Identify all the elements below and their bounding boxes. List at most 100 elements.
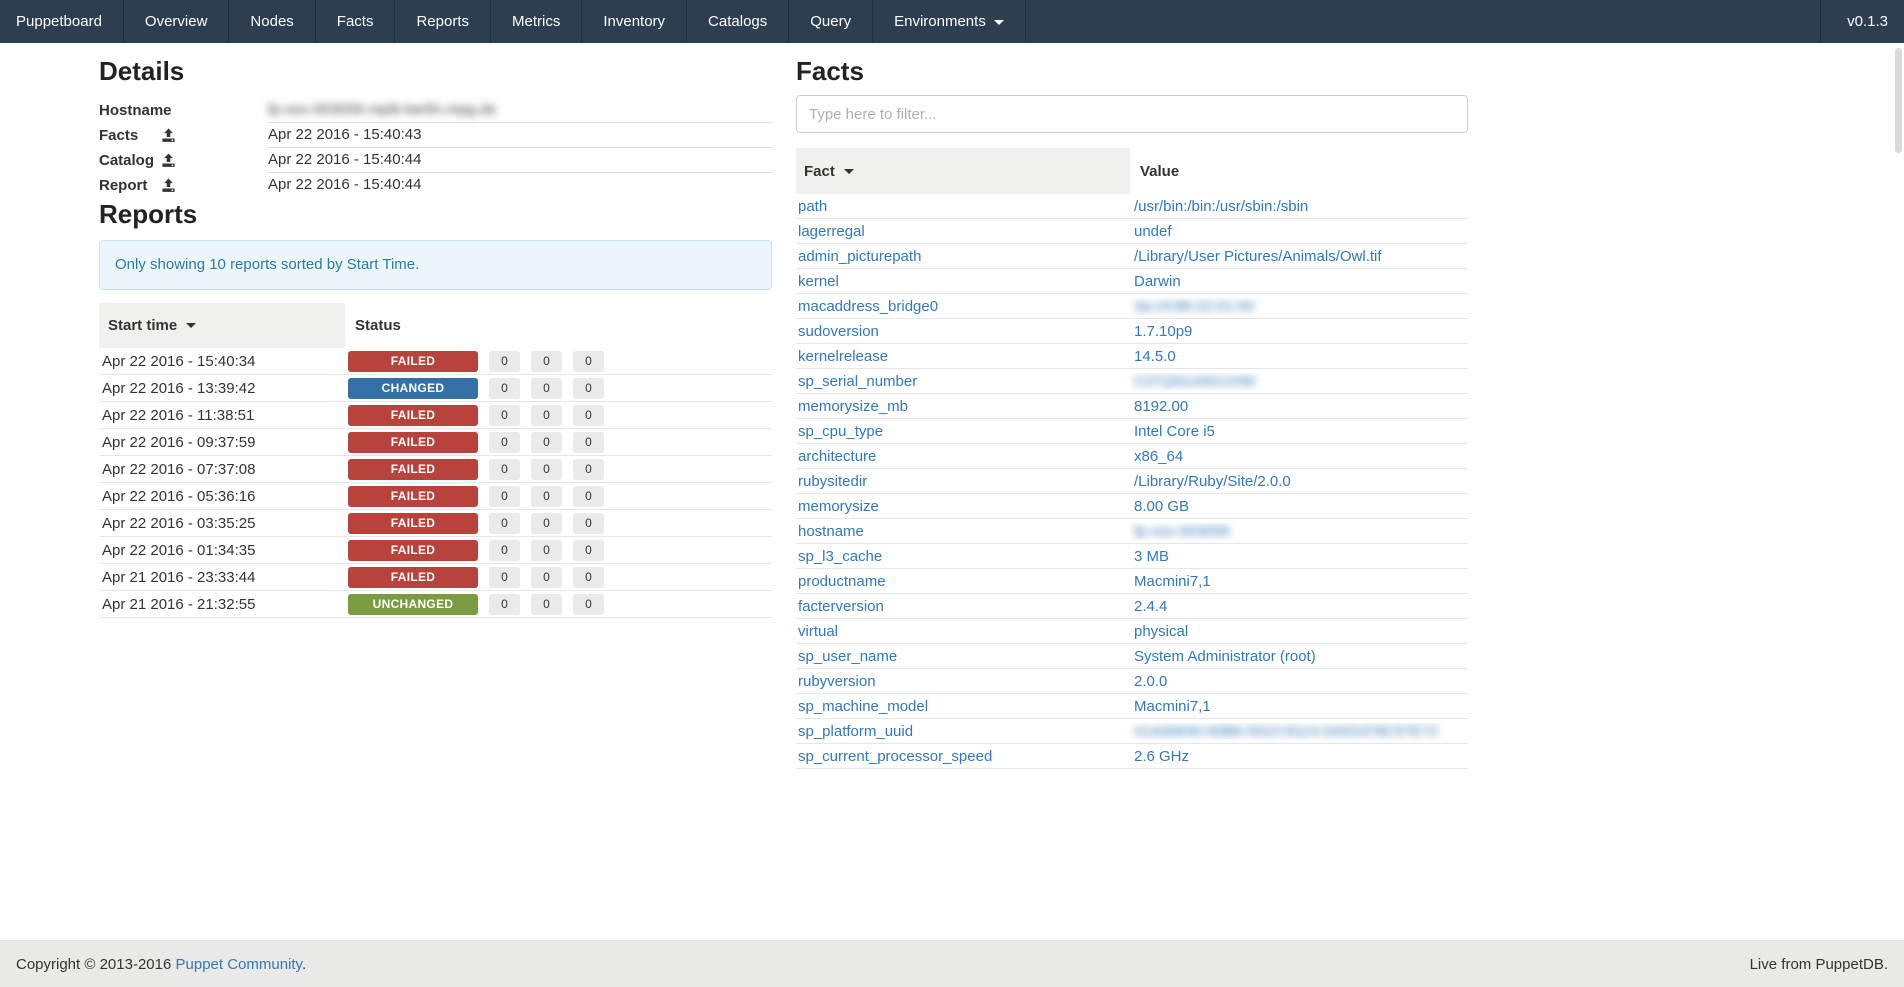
version-label: v0.1.3 <box>1820 0 1904 43</box>
fact-value-link[interactable]: 2.6 GHz <box>1134 748 1189 765</box>
fact-value-link[interactable]: 14.5.0 <box>1134 348 1176 365</box>
report-row[interactable]: Apr 22 2016 - 07:37:08 FAILED 0 0 0 <box>99 456 772 483</box>
nav-item-reports[interactable]: Reports <box>395 0 491 43</box>
upload-icon <box>161 153 176 172</box>
fact-name-link[interactable]: sp_l3_cache <box>798 548 882 565</box>
report-start-time[interactable]: Apr 22 2016 - 15:40:34 <box>99 353 345 370</box>
fact-name-link[interactable]: sp_user_name <box>798 648 897 665</box>
fact-name-link[interactable]: facterversion <box>798 598 884 615</box>
report-row[interactable]: Apr 22 2016 - 11:38:51 FAILED 0 0 0 <box>99 402 772 429</box>
page-footer: Copyright © 2013-2016 Puppet Community. … <box>0 940 1904 987</box>
fact-value-link[interactable]: C07QN1A6G1HW <box>1134 373 1256 390</box>
report-row[interactable]: Apr 22 2016 - 13:39:42 CHANGED 0 0 0 <box>99 375 772 402</box>
report-start-time[interactable]: Apr 22 2016 - 01:34:35 <box>99 542 345 559</box>
report-row[interactable]: Apr 22 2016 - 15:40:34 FAILED 0 0 0 <box>99 348 772 375</box>
fact-name-link[interactable]: hostname <box>798 523 864 540</box>
fact-name-link[interactable]: memorysize <box>798 498 879 515</box>
column-header-status[interactable]: Status <box>345 303 772 348</box>
detail-row-facts: Facts Apr 22 2016 - 15:40:43 <box>99 123 772 148</box>
fact-name-link[interactable]: admin_picturepath <box>798 248 921 265</box>
fact-name-link[interactable]: sp_platform_uuid <box>798 723 913 740</box>
fact-name-link[interactable]: virtual <box>798 623 838 640</box>
navbar-brand[interactable]: Puppetboard <box>0 0 124 43</box>
report-row[interactable]: Apr 21 2016 - 21:32:55 UNCHANGED 0 0 0 <box>99 591 772 618</box>
fact-value-link[interactable]: System Administrator (root) <box>1134 648 1316 665</box>
report-start-time[interactable]: Apr 22 2016 - 03:35:25 <box>99 515 345 532</box>
fact-name-link[interactable]: path <box>798 198 827 215</box>
nav-item-catalogs[interactable]: Catalogs <box>687 0 789 43</box>
report-row[interactable]: Apr 22 2016 - 09:37:59 FAILED 0 0 0 <box>99 429 772 456</box>
report-start-time[interactable]: Apr 21 2016 - 21:32:55 <box>99 596 345 613</box>
value-label: Value <box>1140 163 1179 180</box>
report-row[interactable]: Apr 22 2016 - 01:34:35 FAILED 0 0 0 <box>99 537 772 564</box>
nav-item-metrics[interactable]: Metrics <box>491 0 582 43</box>
fact-name-link[interactable]: sp_current_processor_speed <box>798 748 992 765</box>
fact-name-link[interactable]: rubyversion <box>798 673 876 690</box>
fact-value-link[interactable]: 1.7.10p9 <box>1134 323 1192 340</box>
fact-value-link[interactable]: Macmini7,1 <box>1134 698 1211 715</box>
fact-name-link[interactable]: sp_machine_model <box>798 698 928 715</box>
fact-value-link[interactable]: /Library/Ruby/Site/2.0.0 <box>1134 473 1291 490</box>
fact-name-link[interactable]: macaddress_bridge0 <box>798 298 938 315</box>
fact-value-link[interactable]: Macmini7,1 <box>1134 573 1211 590</box>
report-timestamp: Apr 22 2016 - 15:40:44 <box>268 173 772 198</box>
fact-name-link[interactable]: sp_serial_number <box>798 373 917 390</box>
column-header-fact[interactable]: Fact <box>796 148 1130 194</box>
report-row[interactable]: Apr 21 2016 - 23:33:44 FAILED 0 0 0 <box>99 564 772 591</box>
nav-item-overview[interactable]: Overview <box>124 0 230 43</box>
fact-value-link[interactable]: 2.0.0 <box>1134 673 1167 690</box>
environments-label: Environments <box>894 13 986 30</box>
fact-name-link[interactable]: lagerregal <box>798 223 865 240</box>
fact-name-link[interactable]: kernel <box>798 273 839 290</box>
fact-value-link[interactable]: 8192.00 <box>1134 398 1188 415</box>
reports-info-alert: Only showing 10 reports sorted by Start … <box>99 240 772 290</box>
fact-name-link[interactable]: sudoversion <box>798 323 879 340</box>
puppet-community-link[interactable]: Puppet Community <box>176 956 302 973</box>
fact-value-link[interactable]: 2.4.4 <box>1134 598 1167 615</box>
report-start-time[interactable]: Apr 22 2016 - 09:37:59 <box>99 434 345 451</box>
fact-value-link[interactable]: x86_64 <box>1134 448 1183 465</box>
facts-filter-input[interactable] <box>796 95 1468 133</box>
fact-value-link[interactable]: physical <box>1134 623 1188 640</box>
report-start-time[interactable]: Apr 22 2016 - 05:36:16 <box>99 488 345 505</box>
fact-value-link[interactable]: Intel Core i5 <box>1134 423 1215 440</box>
fact-name-link[interactable]: architecture <box>798 448 876 465</box>
report-start-time[interactable]: Apr 21 2016 - 23:33:44 <box>99 569 345 586</box>
fact-row: kernelrelease 14.5.0 <box>796 344 1468 369</box>
nav-item-query[interactable]: Query <box>789 0 873 43</box>
nav-dropdown-environments[interactable]: Environments <box>873 0 1026 43</box>
fact-value-link[interactable]: fp-osx-003056 <box>1134 523 1230 540</box>
detail-row-hostname: Hostname fp-osx-003056.mpib-berlin.mpg.d… <box>99 98 772 123</box>
column-header-start-time[interactable]: Start time <box>99 303 345 348</box>
fact-name-link[interactable]: sp_cpu_type <box>798 423 883 440</box>
fact-name-link[interactable]: rubysitedir <box>798 473 867 490</box>
nav-item-nodes[interactable]: Nodes <box>229 0 315 43</box>
vertical-scrollbar-thumb[interactable] <box>1895 48 1902 153</box>
fact-name-link[interactable]: memorysize_mb <box>798 398 908 415</box>
fact-value-link[interactable]: 3a:c9:86:22:01:00 <box>1134 298 1254 315</box>
fact-row: rubyversion 2.0.0 <box>796 669 1468 694</box>
metric-count: 0 <box>489 594 520 615</box>
metric-count: 0 <box>531 486 562 507</box>
fact-value-link[interactable]: /Library/User Pictures/Animals/Owl.tif <box>1134 248 1382 265</box>
report-row[interactable]: Apr 22 2016 - 05:36:16 FAILED 0 0 0 <box>99 483 772 510</box>
fact-name-link[interactable]: kernelrelease <box>798 348 888 365</box>
fact-value-link[interactable]: 41A00640-60B6-5910-8114-0A931F8C97E72 <box>1134 723 1438 740</box>
report-status-cell: UNCHANGED 0 0 0 <box>345 594 772 615</box>
nav-item-facts[interactable]: Facts <box>316 0 396 43</box>
nav-item-inventory[interactable]: Inventory <box>582 0 687 43</box>
report-start-time[interactable]: Apr 22 2016 - 11:38:51 <box>99 407 345 424</box>
fact-row: facterversion 2.4.4 <box>796 594 1468 619</box>
fact-value-link[interactable]: undef <box>1134 223 1172 240</box>
fact-value-link[interactable]: 3 MB <box>1134 548 1169 565</box>
fact-name-link[interactable]: productname <box>798 573 886 590</box>
fact-value-link[interactable]: 8.00 GB <box>1134 498 1189 515</box>
fact-value-link[interactable]: Darwin <box>1134 273 1181 290</box>
fact-value-link[interactable]: /usr/bin:/bin:/usr/sbin:/sbin <box>1134 198 1308 215</box>
facts-table-header: Fact Value <box>796 148 1468 194</box>
report-start-time[interactable]: Apr 22 2016 - 07:37:08 <box>99 461 345 478</box>
report-start-time[interactable]: Apr 22 2016 - 13:39:42 <box>99 380 345 397</box>
report-row[interactable]: Apr 22 2016 - 03:35:25 FAILED 0 0 0 <box>99 510 772 537</box>
fact-row: sp_serial_number C07QN1A6G1HW <box>796 369 1468 394</box>
report-status-cell: FAILED 0 0 0 <box>345 405 772 426</box>
